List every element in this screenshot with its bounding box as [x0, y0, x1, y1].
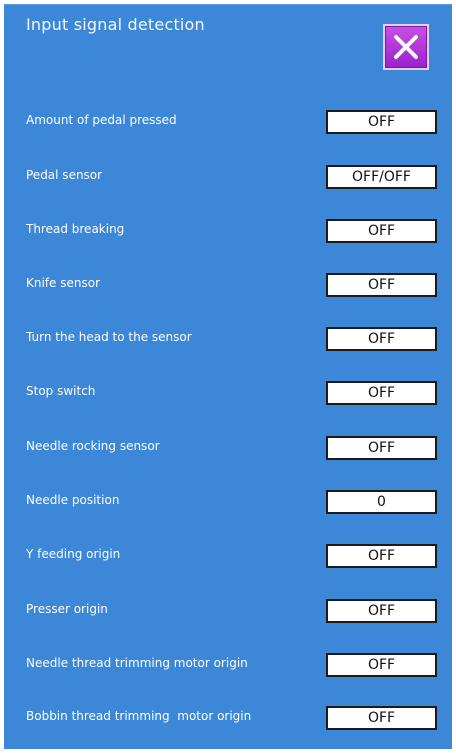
signal-row-needle-trimming-origin: Needle thread trimming motor origin OFF	[4, 653, 452, 681]
close-button[interactable]	[383, 24, 429, 70]
signal-value: OFF	[326, 653, 437, 677]
signal-value: OFF	[326, 219, 437, 243]
signal-label: Y feeding origin	[26, 547, 121, 561]
signal-label: Thread breaking	[26, 222, 125, 236]
page-title: Input signal detection	[26, 15, 205, 34]
close-icon	[394, 35, 418, 59]
signal-label: Stop switch	[26, 384, 96, 398]
signal-value: OFF	[326, 599, 437, 623]
signal-row-thread-breaking: Thread breaking OFF	[4, 219, 452, 247]
signal-row-bobbin-trimming-origin: Bobbin thread trimming motor origin OFF	[4, 706, 452, 734]
signal-row-needle-position: Needle position 0	[4, 490, 452, 518]
signal-label: Pedal sensor	[26, 168, 103, 182]
signal-row-y-feeding-origin: Y feeding origin OFF	[4, 544, 452, 572]
signal-value: OFF	[326, 544, 437, 568]
signal-value: OFF	[326, 706, 437, 730]
signal-row-presser-origin: Presser origin OFF	[4, 599, 452, 627]
signal-label: Bobbin thread trimming motor origin	[26, 709, 252, 723]
signal-label: Knife sensor	[26, 276, 100, 290]
signal-row-stop-switch: Stop switch OFF	[4, 381, 452, 409]
signal-value: OFF	[326, 273, 437, 297]
signal-value: OFF	[326, 381, 437, 405]
signal-label: Presser origin	[26, 602, 108, 616]
input-signal-panel: Input signal detection Amount of pedal p…	[4, 4, 452, 749]
signal-row-pedal-sensor: Pedal sensor OFF/OFF	[4, 165, 452, 193]
signal-label: Turn the head to the sensor	[26, 330, 192, 344]
signal-row-head-sensor: Turn the head to the sensor OFF	[4, 327, 452, 355]
signal-value: OFF	[326, 110, 437, 134]
signal-value: OFF	[326, 327, 437, 351]
signal-label: Needle thread trimming motor origin	[26, 656, 248, 670]
signal-value: OFF/OFF	[326, 165, 437, 189]
signal-label: Needle position	[26, 493, 120, 507]
signal-value: 0	[326, 490, 437, 514]
signal-label: Needle rocking sensor	[26, 439, 160, 453]
signal-row-needle-rocking: Needle rocking sensor OFF	[4, 436, 452, 464]
signal-label: Amount of pedal pressed	[26, 113, 177, 127]
signal-row-pedal-amount: Amount of pedal pressed OFF	[4, 110, 452, 138]
signal-value: OFF	[326, 436, 437, 460]
signal-row-knife-sensor: Knife sensor OFF	[4, 273, 452, 301]
